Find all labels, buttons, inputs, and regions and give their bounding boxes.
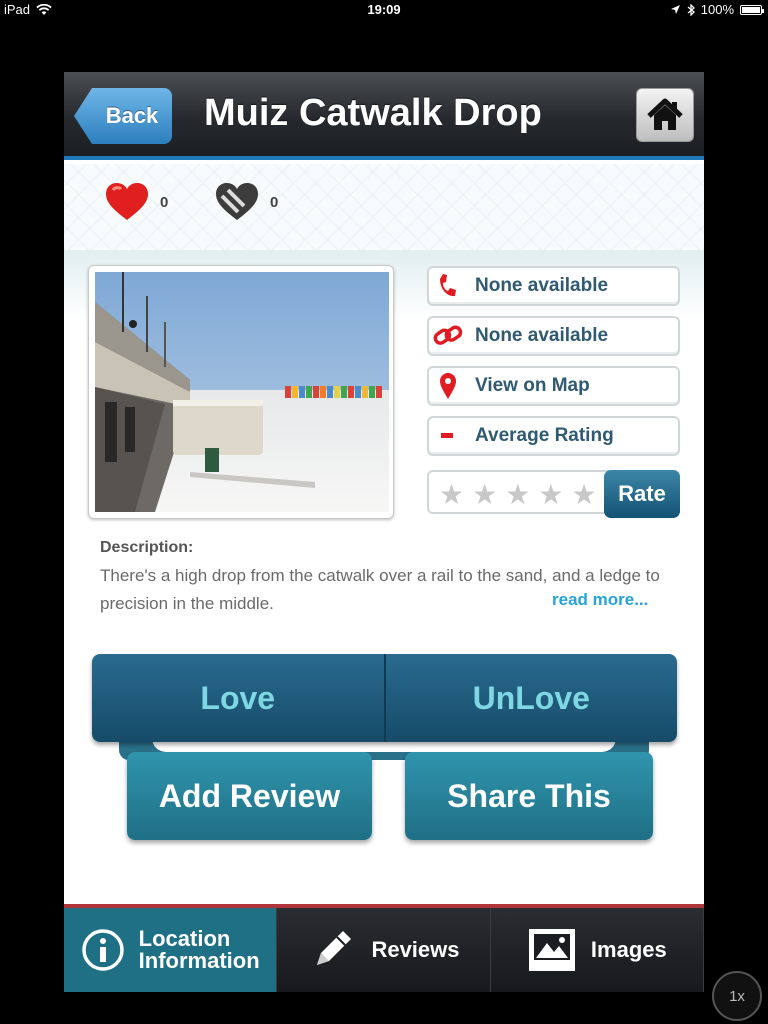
app-window: Back Muiz Catwalk Drop 0 0 None availabl… xyxy=(64,72,704,992)
view-map-button[interactable]: View on Map xyxy=(427,366,680,406)
phone-label: None available xyxy=(475,275,609,296)
back-button[interactable]: Back xyxy=(74,88,172,144)
link-icon xyxy=(429,318,467,354)
add-review-button[interactable]: Add Review xyxy=(127,752,372,840)
map-label: View on Map xyxy=(475,375,590,396)
website-button[interactable]: None available xyxy=(427,316,680,356)
tab-location-line2: Information xyxy=(138,948,260,973)
home-button[interactable] xyxy=(636,88,694,142)
location-arrow-icon xyxy=(670,5,680,14)
share-button[interactable]: Share This xyxy=(405,752,653,840)
star-icon[interactable]: ★ xyxy=(505,478,530,511)
battery-icon xyxy=(740,4,764,15)
location-photo[interactable] xyxy=(88,265,394,519)
love-button[interactable]: Love xyxy=(92,654,384,742)
home-icon xyxy=(647,98,683,130)
page-title: Muiz Catwalk Drop xyxy=(204,92,542,134)
images-icon xyxy=(528,929,575,971)
tab-location-information[interactable]: Location Information xyxy=(64,908,278,992)
rating-indicator-icon xyxy=(429,418,467,454)
tab-images-label: Images xyxy=(590,937,667,962)
pencil-icon xyxy=(317,931,352,965)
star-rating[interactable]: ★ ★ ★ ★ ★ xyxy=(439,478,597,511)
tab-bar: Location Information Reviews Images xyxy=(64,904,704,992)
website-label: None available xyxy=(475,325,609,346)
beach-photo xyxy=(95,272,389,512)
navigation-bar: Back Muiz Catwalk Drop xyxy=(64,72,704,160)
star-icon[interactable]: ★ xyxy=(439,478,464,511)
broken-heart-icon xyxy=(216,183,258,220)
map-pin-icon xyxy=(429,368,467,404)
unlove-button[interactable]: UnLove xyxy=(386,654,678,742)
star-icon[interactable]: ★ xyxy=(472,478,497,511)
status-right: 100% xyxy=(670,2,764,17)
love-count: 0 xyxy=(160,193,169,211)
star-icon[interactable]: ★ xyxy=(571,478,596,511)
rate-button[interactable]: Rate xyxy=(604,470,680,518)
heart-icon xyxy=(106,183,148,220)
tab-images[interactable]: Images xyxy=(490,908,704,992)
tab-reviews[interactable]: Reviews xyxy=(277,908,491,992)
unlove-counter: 0 xyxy=(214,182,278,222)
star-icon[interactable]: ★ xyxy=(538,478,563,511)
tab-location-label: Location Information xyxy=(139,928,260,972)
phone-icon xyxy=(429,268,467,304)
phone-button[interactable]: None available xyxy=(427,266,680,306)
bluetooth-icon xyxy=(687,3,695,16)
average-rating-label: Average Rating xyxy=(475,425,614,446)
status-time: 19:09 xyxy=(367,2,401,17)
info-icon xyxy=(81,929,124,971)
zoom-badge[interactable]: 1x xyxy=(712,971,762,1021)
description-title: Description: xyxy=(100,539,194,556)
love-unlove-bar: Love UnLove xyxy=(92,654,677,742)
unlove-count: 0 xyxy=(270,193,279,211)
tab-reviews-label: Reviews xyxy=(371,937,460,962)
read-more-link[interactable]: read more... xyxy=(552,590,648,610)
status-bar: iPad 19:09 100% xyxy=(0,0,768,20)
average-rating-field: Average Rating xyxy=(427,416,680,456)
battery-percent: 100% xyxy=(700,2,734,17)
rating-widget: ★ ★ ★ ★ ★ Rate xyxy=(427,470,680,518)
love-counter: 0 xyxy=(104,182,168,222)
